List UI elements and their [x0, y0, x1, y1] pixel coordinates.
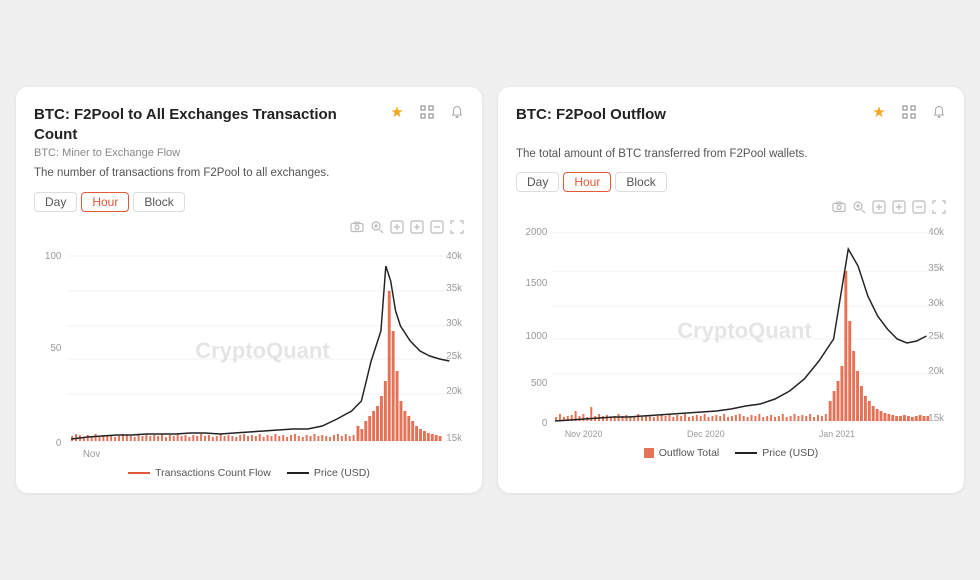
camera-icon-2[interactable] [832, 200, 846, 217]
svg-text:500: 500 [531, 378, 548, 389]
expand-icon-2[interactable] [898, 101, 920, 123]
card1-icons: ★ [386, 101, 468, 123]
svg-text:0: 0 [542, 418, 548, 429]
add-icon-2[interactable] [892, 200, 906, 217]
zoom-icon-1[interactable] [370, 220, 384, 237]
svg-text:35k: 35k [446, 282, 462, 293]
card1-desc: The number of transactions from F2Pool t… [34, 165, 464, 181]
svg-text:15k: 15k [446, 432, 462, 443]
tab-hour-1[interactable]: Hour [81, 192, 129, 212]
legend-square-red-2 [644, 448, 654, 458]
plus-icon-2[interactable] [872, 200, 886, 217]
svg-text:2000: 2000 [526, 227, 548, 238]
minus-icon-1[interactable] [430, 220, 444, 237]
legend-line-black-1 [287, 472, 309, 474]
card1-subtitle: BTC: Miner to Exchange Flow [34, 147, 464, 159]
zoom-icon-2[interactable] [852, 200, 866, 217]
svg-text:35k: 35k [928, 263, 944, 274]
card2-toolbar [516, 200, 946, 217]
legend-line-black-2 [735, 452, 757, 454]
legend-label-price-2: Price (USD) [762, 447, 818, 459]
expand-icon[interactable] [416, 101, 438, 123]
card2-legend: Outflow Total Price (USD) [516, 447, 946, 459]
svg-text:30k: 30k [928, 298, 944, 309]
svg-text:40k: 40k [928, 227, 944, 238]
svg-text:25k: 25k [928, 331, 944, 342]
svg-text:1000: 1000 [526, 331, 548, 342]
svg-text:Nov: Nov [83, 448, 100, 459]
tab-block-2[interactable]: Block [615, 172, 666, 192]
card1-time-tabs: Day Hour Block [34, 192, 464, 212]
svg-text:50: 50 [51, 342, 62, 353]
svg-text:15k: 15k [928, 413, 944, 424]
bell-icon[interactable] [446, 101, 468, 123]
main-container: ★ BTC: F2Pool to All Exchanges Transacti… [0, 71, 980, 508]
tab-block-1[interactable]: Block [133, 192, 184, 212]
card2-svg: 2000 1500 1000 500 0 40k 35k 30k 25k 20k… [516, 221, 946, 441]
svg-text:20k: 20k [446, 385, 462, 396]
tab-day-2[interactable]: Day [516, 172, 559, 192]
svg-text:100: 100 [45, 250, 62, 261]
svg-text:30k: 30k [446, 317, 462, 328]
tab-day-1[interactable]: Day [34, 192, 77, 212]
fullscreen-icon-1[interactable] [450, 220, 464, 237]
legend-item-price-2: Price (USD) [735, 447, 818, 459]
camera-icon-1[interactable] [350, 220, 364, 237]
card1-chart: CryptoQuant 100 50 0 40k 35k 30k 25k 20k… [34, 241, 464, 461]
svg-text:0: 0 [56, 437, 62, 448]
card1-legend: Transactions Count Flow Price (USD) [34, 467, 464, 479]
star-icon-2[interactable]: ★ [868, 101, 890, 123]
svg-text:Nov 2020: Nov 2020 [565, 429, 603, 439]
card-outflow: ★ BTC: F2Pool Outflow The total amount o… [498, 87, 964, 492]
legend-item-price-1: Price (USD) [287, 467, 370, 479]
add-icon-1[interactable] [410, 220, 424, 237]
card2-chart: CryptoQuant 2000 1500 1000 500 0 40k 35k… [516, 221, 946, 441]
legend-label-price-1: Price (USD) [314, 467, 370, 479]
bell-icon-2[interactable] [928, 101, 950, 123]
legend-item-outflow: Outflow Total [644, 447, 720, 459]
card2-desc: The total amount of BTC transferred from… [516, 146, 946, 162]
legend-item-transactions: Transactions Count Flow [128, 467, 271, 479]
card1-svg: 100 50 0 40k 35k 30k 25k 20k 15k Nov [34, 241, 464, 461]
card2-time-tabs: Day Hour Block [516, 172, 946, 192]
plus-icon-1[interactable] [390, 220, 404, 237]
legend-label-transactions: Transactions Count Flow [155, 467, 271, 479]
card-transaction-count: ★ BTC: F2Pool to All Exchanges Transacti… [16, 87, 482, 492]
tab-hour-2[interactable]: Hour [563, 172, 611, 192]
svg-text:Dec 2020: Dec 2020 [687, 429, 725, 439]
minus-icon-2[interactable] [912, 200, 926, 217]
svg-text:1500: 1500 [526, 278, 548, 289]
card2-icons: ★ [868, 101, 950, 123]
legend-label-outflow: Outflow Total [659, 447, 720, 459]
legend-line-red-1 [128, 472, 150, 474]
card1-toolbar [34, 220, 464, 237]
star-icon[interactable]: ★ [386, 101, 408, 123]
card2-subtitle [516, 128, 946, 140]
svg-text:Jan 2021: Jan 2021 [819, 429, 855, 439]
fullscreen-icon-2[interactable] [932, 200, 946, 217]
svg-text:20k: 20k [928, 366, 944, 377]
